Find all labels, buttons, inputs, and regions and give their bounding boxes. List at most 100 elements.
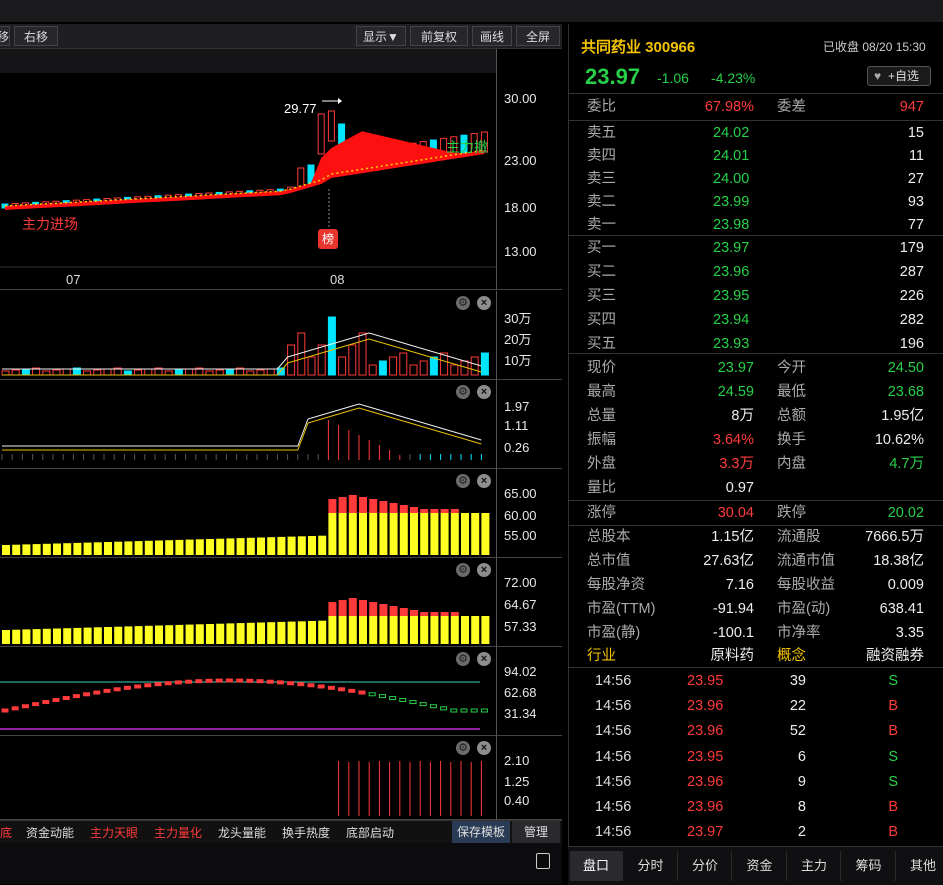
- indicator-bar: [257, 537, 265, 555]
- indicator-bar: [420, 513, 429, 555]
- close-icon[interactable]: ×: [477, 563, 491, 577]
- industry-value[interactable]: 原料药: [711, 644, 755, 668]
- level-label: 买四: [587, 312, 616, 328]
- quote-tab[interactable]: 其他: [897, 851, 943, 881]
- indicator-dot: [93, 690, 101, 695]
- axis-tick: 64.67: [504, 597, 537, 612]
- quote-tab[interactable]: 分时: [625, 851, 678, 881]
- quote-tab[interactable]: 主力: [788, 851, 841, 881]
- indicator-dot: [358, 690, 366, 695]
- axis-tick: 20万: [504, 332, 532, 347]
- indicator-dot: [317, 684, 325, 689]
- bid-level: 买五 23.93 196: [569, 332, 943, 356]
- close-icon[interactable]: ×: [477, 474, 491, 488]
- weicha-label: 委差: [777, 99, 806, 115]
- quote-tab[interactable]: 分价: [679, 851, 732, 881]
- level-label: 卖三: [587, 171, 616, 187]
- indicator-tab[interactable]: 底部启动: [346, 824, 394, 841]
- right-move-button[interactable]: 右移: [14, 26, 58, 46]
- indicator-bar: [359, 600, 367, 616]
- level-label: 卖一: [587, 217, 616, 233]
- quote-tab[interactable]: 盘口: [570, 851, 623, 881]
- indicator-panel-2[interactable]: ⚙ × 1.97 1.11 0.26: [0, 380, 562, 469]
- volume-bar: [21, 368, 30, 376]
- quote-tab[interactable]: 筹码: [843, 851, 896, 881]
- indicator-tab[interactable]: 换手热度: [282, 824, 330, 841]
- kline-panel[interactable]: 30.00 23.00 18.00 13.00 07 08 29.77 主力进场…: [0, 49, 562, 290]
- indicator-tab[interactable]: 龙头量能: [218, 824, 266, 841]
- indicator-tab[interactable]: 主力天眼: [90, 824, 138, 841]
- gear-icon[interactable]: ⚙: [456, 385, 470, 399]
- indicator-bar: [338, 600, 347, 616]
- stat-label: 内盘: [777, 456, 806, 472]
- gear-icon[interactable]: ⚙: [456, 741, 470, 755]
- indicator-tab[interactable]: 主力量化: [154, 824, 202, 841]
- indicator-tab[interactable]: 资金动能: [26, 824, 74, 841]
- indicator-panel-4[interactable]: ⚙ × 72.00 64.67 57.33: [0, 558, 562, 647]
- gear-icon[interactable]: ⚙: [456, 474, 470, 488]
- indicator-bar: [348, 616, 357, 644]
- left-move-button[interactable]: 移: [0, 26, 10, 46]
- draw-line-button[interactable]: 画线: [472, 26, 512, 46]
- volume-bar: [93, 369, 102, 376]
- indicator-bar: [430, 509, 439, 513]
- tick-time: 14:56: [595, 799, 632, 815]
- indicator-dot: [297, 682, 305, 687]
- chart-footer: [0, 843, 562, 884]
- indicator-bar: [63, 543, 72, 555]
- stat-value: 638.41: [879, 601, 924, 617]
- save-template-button[interactable]: 保存模板: [452, 821, 510, 843]
- tick-side: B: [888, 799, 898, 815]
- indicator-bar: [22, 629, 31, 644]
- indicator-bar: [165, 540, 174, 555]
- add-watchlist-button[interactable]: ♥ +自选: [867, 66, 931, 86]
- indicator-bar: [318, 620, 327, 644]
- list-badge[interactable]: 榜: [318, 229, 338, 249]
- indicator-bar: [430, 616, 439, 644]
- close-icon[interactable]: ×: [477, 296, 491, 310]
- quote-tab[interactable]: 资金: [734, 851, 787, 881]
- stat-label: 每股净资: [587, 577, 645, 593]
- indicator-dot: [113, 687, 121, 692]
- close-icon[interactable]: ×: [477, 652, 491, 666]
- tick-side: S: [888, 673, 898, 689]
- indicator-bar: [461, 513, 469, 555]
- volume-panel[interactable]: ⚙ × 30万 20万 10万: [0, 291, 562, 380]
- price-axis: [496, 49, 497, 290]
- volume-bar: [338, 356, 347, 376]
- adjust-dropdown[interactable]: 前复权▼: [410, 26, 468, 64]
- indicator-bar: [359, 513, 367, 555]
- gear-icon[interactable]: ⚙: [456, 296, 470, 310]
- close-icon[interactable]: ×: [477, 385, 491, 399]
- tick-time: 14:56: [595, 748, 632, 765]
- tick-row: 14:56 23.95 6 S: [569, 745, 943, 769]
- volume-bar: [307, 356, 316, 376]
- manage-button[interactable]: 管理: [512, 821, 560, 843]
- close-icon[interactable]: ×: [477, 741, 491, 755]
- gear-icon[interactable]: ⚙: [456, 652, 470, 666]
- gear-icon[interactable]: ⚙: [456, 563, 470, 577]
- indicator-panel-6[interactable]: ⚙ × 2.10 1.25 0.40: [0, 736, 562, 820]
- price-tick: 18.00: [504, 200, 537, 215]
- volume-bar: [144, 368, 153, 376]
- main-force-exit-label: 主力撤: [446, 139, 488, 155]
- display-dropdown[interactable]: 显示▼: [356, 26, 406, 46]
- indicator-tab[interactable]: 底: [0, 824, 12, 841]
- share-icon[interactable]: [536, 853, 550, 869]
- indicator-panel-5[interactable]: ⚙ × 94.02 62.68 31.34: [0, 647, 562, 736]
- stat-row: 每股净资 7.16 每股收益 0.009: [569, 573, 943, 597]
- indicator-dot: [154, 682, 162, 687]
- level-price: 23.96: [713, 264, 750, 280]
- volume-bar: [185, 368, 194, 376]
- stat-value: 7.16: [725, 577, 754, 593]
- divider: [569, 93, 943, 94]
- indicator-svg: [2, 495, 490, 555]
- concept-value[interactable]: 融资融券: [866, 644, 924, 668]
- indicator-bar: [481, 616, 490, 644]
- indicator-dot: [440, 706, 448, 711]
- fullscreen-button[interactable]: 全屏: [516, 26, 560, 46]
- indicator-panel-3[interactable]: ⚙ × 65.00 60.00 55.00: [0, 469, 562, 558]
- tick-row: 14:56 23.95 39 S: [569, 669, 943, 693]
- axis-tick: 62.68: [504, 685, 537, 700]
- indicator-bar: [348, 598, 357, 616]
